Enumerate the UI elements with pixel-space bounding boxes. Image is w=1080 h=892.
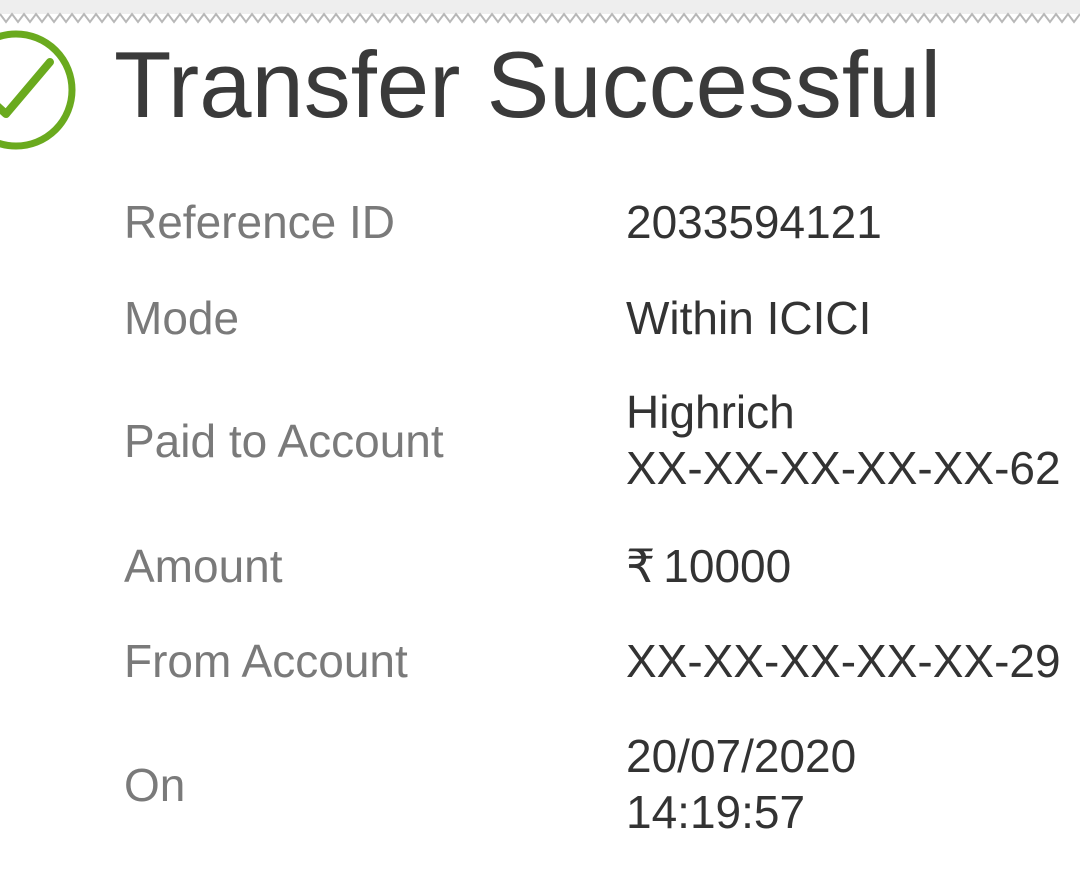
- amount-value: ₹10000: [626, 538, 791, 594]
- transfer-date: 20/07/2020: [626, 730, 857, 782]
- from-account-value: XX-XX-XX-XX-XX-29: [626, 635, 1061, 687]
- status-header: Transfer Successful: [0, 14, 1080, 150]
- on-label: On: [124, 759, 186, 811]
- amount-label: Amount: [124, 540, 283, 592]
- transfer-time: 14:19:57: [626, 786, 806, 838]
- transfer-receipt: Transfer Successful Reference ID 2033594…: [0, 0, 1080, 892]
- rupee-symbol: ₹: [626, 540, 656, 592]
- from-account-label: From Account: [124, 635, 408, 687]
- page-title: Transfer Successful: [114, 32, 942, 137]
- paid-to-account-value: Highrich XX-XX-XX-XX-XX-62: [626, 384, 1061, 496]
- on-value: 20/07/2020 14:19:57: [626, 728, 856, 840]
- paid-to-account-label: Paid to Account: [124, 415, 444, 467]
- mode-label: Mode: [124, 292, 240, 344]
- payee-account-number: XX-XX-XX-XX-XX-62: [626, 442, 1061, 494]
- check-circle-icon: [0, 30, 76, 150]
- payee-name: Highrich: [626, 386, 795, 438]
- mode-value: Within ICICI: [626, 292, 872, 344]
- amount-number: 10000: [663, 540, 792, 592]
- reference-id-label: Reference ID: [124, 196, 396, 248]
- reference-id-value: 2033594121: [626, 196, 882, 248]
